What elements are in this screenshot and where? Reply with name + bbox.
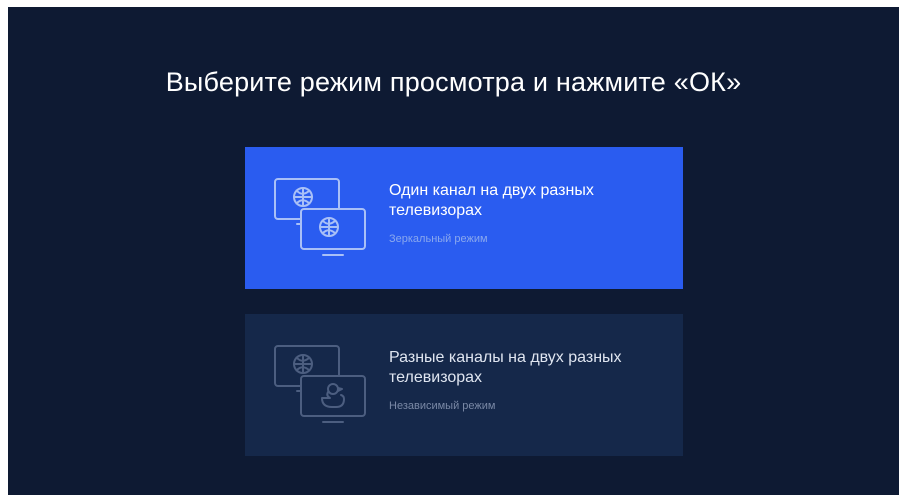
independent-mode-option[interactable]: Разные каналы на двух разных телевизорах… (245, 314, 683, 456)
independent-mode-subtitle: Независимый режим (389, 400, 496, 412)
page-title: Выберите режим просмотра и нажмите «ОК» (165, 67, 742, 97)
tv-screen: Выберите режим просмотра и нажмите «ОК» (8, 7, 899, 495)
mirror-mode-heading: Один канал на двух разных телевизорах (389, 182, 594, 219)
tv-basketball-and-duck-icon (273, 344, 369, 426)
mirror-mode-option[interactable]: Один канал на двух разных телевизорах Зе… (245, 147, 683, 289)
mirror-mode-subtitle: Зеркальный режим (389, 233, 488, 245)
two-tv-basketball-icon (273, 177, 369, 259)
independent-mode-heading: Разные каналы на двух разных телевизорах (389, 349, 622, 386)
